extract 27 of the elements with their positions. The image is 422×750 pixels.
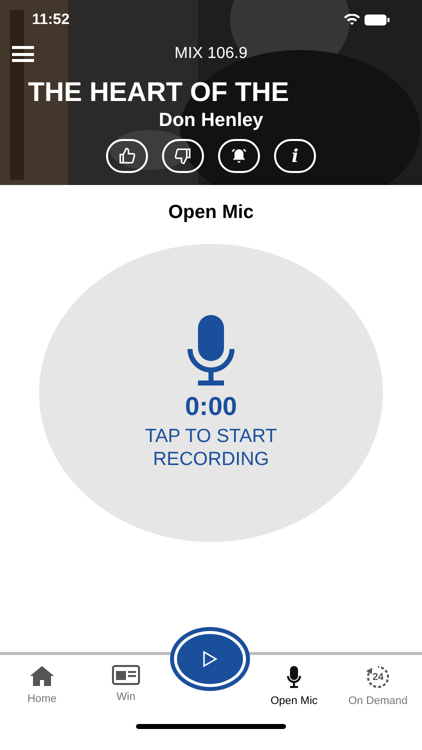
tab-item[interactable]: Win xyxy=(84,655,168,706)
info-button[interactable]: i xyxy=(274,139,316,173)
house-icon xyxy=(29,665,55,687)
menu-button[interactable] xyxy=(12,45,34,63)
thumbs-up-icon xyxy=(118,147,136,165)
alarm-button[interactable] xyxy=(218,139,260,173)
microphone-icon xyxy=(286,665,302,689)
record-button[interactable]: 0:00 TAP TO START RECORDING xyxy=(39,244,383,542)
thumbs-down-icon xyxy=(174,147,192,165)
tab-item[interactable]: 24 On Demand xyxy=(336,655,420,710)
battery-icon xyxy=(364,14,390,26)
tab-item[interactable]: Open Mic xyxy=(252,655,336,710)
microphone-icon xyxy=(186,314,236,386)
newspaper-icon xyxy=(112,665,140,685)
page-title: Open Mic xyxy=(168,201,254,225)
wifi-icon xyxy=(344,14,360,26)
tab-item[interactable]: Home xyxy=(0,655,84,708)
dislike-button[interactable] xyxy=(162,139,204,173)
song-title: THE HEART OF THE xyxy=(28,77,289,107)
recording-timer: 0:00 xyxy=(184,390,238,420)
bell-icon xyxy=(230,147,248,165)
station-name: MIX 106.9 xyxy=(174,44,248,64)
recording-prompt: TAP TO START RECORDING xyxy=(144,424,278,470)
status-time: 11:52 xyxy=(32,10,70,30)
like-button[interactable] xyxy=(106,139,148,173)
artist-name: Don Henley xyxy=(158,109,264,133)
play-icon xyxy=(202,650,218,668)
